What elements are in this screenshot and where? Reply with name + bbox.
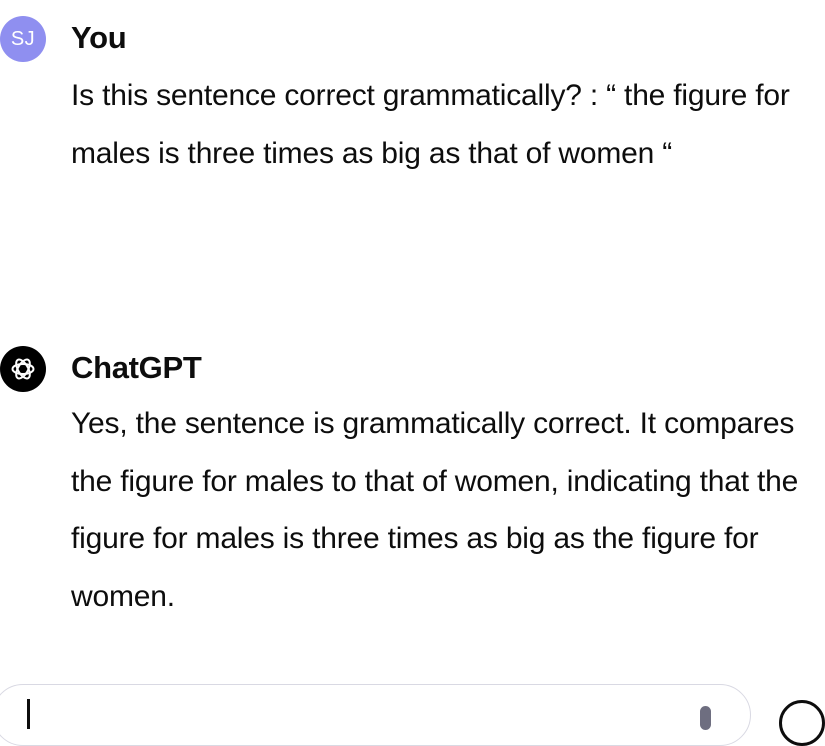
user-avatar-initials: SJ [10, 27, 36, 50]
mic-icon[interactable] [700, 706, 711, 730]
openai-logo-icon [0, 346, 46, 392]
send-icon[interactable] [779, 700, 825, 746]
assistant-author-name: ChatGPT [71, 350, 202, 385]
user-author-name: You [71, 20, 127, 55]
text-caret [27, 699, 30, 729]
openai-logo-svg [11, 358, 35, 380]
message-input[interactable] [0, 684, 751, 746]
user-message-text: Is this sentence correct grammatically? … [71, 79, 790, 170]
assistant-message-text: Yes, the sentence is grammatically corre… [71, 407, 799, 613]
user-avatar: SJ [0, 16, 46, 62]
